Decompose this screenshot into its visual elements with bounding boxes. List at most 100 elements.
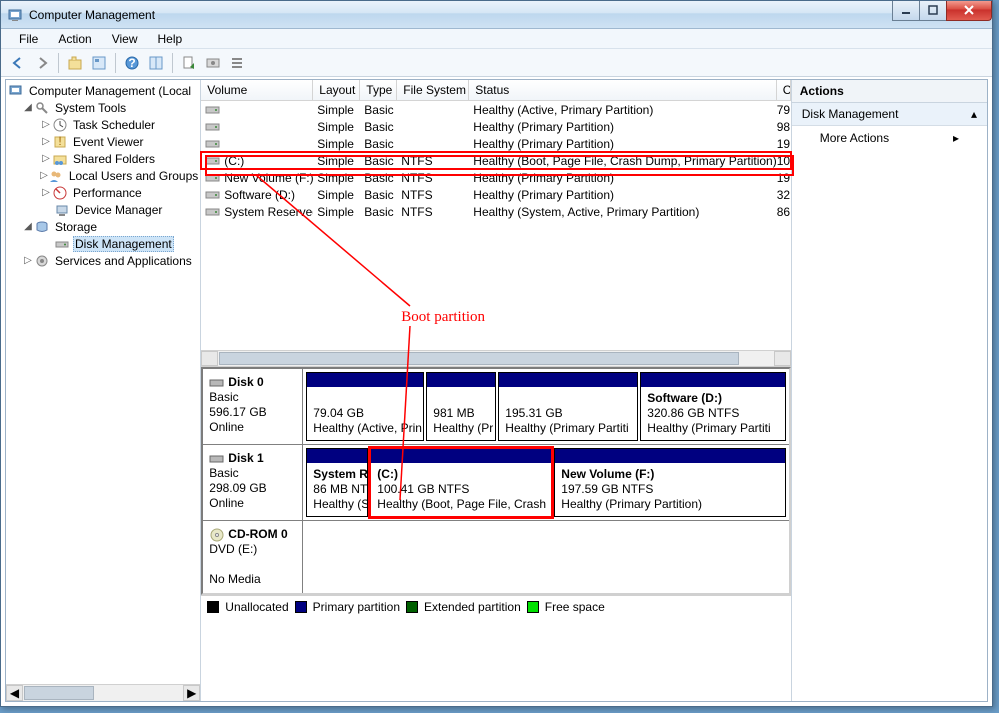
partition-c-highlighted[interactable]: (C:)100.41 GB NTFSHealthy (Boot, Page Fi… bbox=[370, 448, 552, 517]
list-button[interactable] bbox=[226, 52, 248, 74]
view-toggle-button[interactable] bbox=[145, 52, 167, 74]
disk-row-1[interactable]: Disk 1 Basic 298.09 GB Online System Re8… bbox=[203, 445, 788, 521]
clock-icon bbox=[52, 117, 68, 133]
event-icon: ! bbox=[52, 134, 68, 150]
collapse-icon: ▴ bbox=[971, 107, 977, 121]
tree-local-users[interactable]: ▷ Local Users and Groups bbox=[6, 167, 200, 184]
settings-button[interactable] bbox=[202, 52, 224, 74]
expand-icon[interactable]: ▷ bbox=[40, 119, 52, 130]
volume-row[interactable]: SimpleBasicHealthy (Primary Partition)19 bbox=[201, 135, 790, 152]
disk-row-0[interactable]: Disk 0 Basic 596.17 GB Online 79.04 GBHe… bbox=[203, 369, 788, 445]
app-icon bbox=[7, 7, 23, 23]
volume-scrollbar[interactable] bbox=[201, 350, 790, 367]
help-button[interactable]: ? bbox=[121, 52, 143, 74]
tree-performance[interactable]: ▷ Performance bbox=[6, 184, 200, 201]
scroll-thumb[interactable] bbox=[24, 686, 94, 700]
scroll-right-icon[interactable] bbox=[774, 351, 791, 366]
menu-file[interactable]: File bbox=[11, 30, 46, 48]
actions-pane: Actions Disk Management ▴ More Actions ▸ bbox=[792, 80, 987, 701]
disk-map: Disk 0 Basic 596.17 GB Online 79.04 GBHe… bbox=[201, 367, 790, 595]
disk-info: Disk 1 Basic 298.09 GB Online bbox=[203, 445, 303, 520]
volume-row[interactable]: SimpleBasicHealthy (Active, Primary Part… bbox=[201, 101, 790, 118]
tree-services[interactable]: ▷ Services and Applications bbox=[6, 252, 200, 269]
menu-view[interactable]: View bbox=[104, 30, 146, 48]
legend-swatch-free bbox=[527, 601, 539, 613]
drive-icon bbox=[205, 189, 221, 201]
volume-row[interactable]: System ReservedSimpleBasicNTFSHealthy (S… bbox=[201, 203, 790, 220]
volume-row[interactable]: New Volume (F:)SimpleBasicNTFSHealthy (P… bbox=[201, 169, 790, 186]
volume-row[interactable]: (C:)SimpleBasicNTFSHealthy (Boot, Page F… bbox=[201, 152, 790, 169]
close-button[interactable] bbox=[946, 1, 992, 21]
collapse-icon[interactable]: ◢ bbox=[22, 102, 34, 113]
volume-list: SimpleBasicHealthy (Active, Primary Part… bbox=[201, 101, 790, 220]
scroll-thumb[interactable] bbox=[219, 352, 739, 365]
actions-more[interactable]: More Actions ▸ bbox=[792, 126, 987, 150]
col-status[interactable]: Status bbox=[469, 80, 776, 100]
expand-icon[interactable]: ▷ bbox=[40, 136, 52, 147]
properties-button[interactable] bbox=[88, 52, 110, 74]
tree-shared-folders[interactable]: ▷ Shared Folders bbox=[6, 150, 200, 167]
collapse-icon[interactable]: ◢ bbox=[22, 221, 34, 232]
drive-icon bbox=[205, 104, 221, 116]
legend-swatch-extended bbox=[406, 601, 418, 613]
legend: Unallocated Primary partition Extended p… bbox=[201, 595, 790, 617]
partition[interactable]: 981 MBHealthy (Pr bbox=[426, 372, 496, 441]
expand-icon[interactable]: ▷ bbox=[40, 170, 48, 181]
minimize-button[interactable] bbox=[892, 1, 920, 21]
volume-row[interactable]: Software (D:)SimpleBasicNTFSHealthy (Pri… bbox=[201, 186, 790, 203]
scroll-left-icon[interactable]: ◀ bbox=[6, 685, 23, 701]
partition[interactable]: System Re86 MB NTIHealthy (S bbox=[306, 448, 368, 517]
col-capacity[interactable]: C bbox=[777, 80, 791, 100]
partition[interactable]: New Volume (F:)197.59 GB NTFSHealthy (Pr… bbox=[554, 448, 785, 517]
annotation-text: Boot partition bbox=[401, 309, 485, 326]
partition[interactable]: Software (D:)320.86 GB NTFSHealthy (Prim… bbox=[640, 372, 785, 441]
partition[interactable]: 79.04 GBHealthy (Active, Prin bbox=[306, 372, 424, 441]
col-layout[interactable]: Layout bbox=[313, 80, 360, 100]
cd-icon bbox=[209, 528, 225, 542]
tree-root[interactable]: Computer Management (Local bbox=[6, 82, 200, 99]
tree-disk-management[interactable]: Disk Management bbox=[6, 235, 200, 252]
tree-system-tools[interactable]: ◢ System Tools bbox=[6, 99, 200, 116]
expand-icon[interactable]: ▷ bbox=[40, 187, 52, 198]
tree-pane: Computer Management (Local ◢ System Tool… bbox=[6, 80, 201, 701]
col-filesystem[interactable]: File System bbox=[397, 80, 469, 100]
titlebar[interactable]: Computer Management bbox=[1, 1, 992, 29]
refresh-button[interactable] bbox=[178, 52, 200, 74]
col-volume[interactable]: Volume bbox=[201, 80, 313, 100]
tree-device-manager[interactable]: Device Manager bbox=[6, 201, 200, 218]
disk-row-cd[interactable]: CD-ROM 0 DVD (E:) No Media bbox=[203, 521, 788, 593]
actions-title: Actions bbox=[792, 80, 987, 103]
drive-icon bbox=[205, 155, 221, 167]
maximize-button[interactable] bbox=[919, 1, 947, 21]
partition[interactable]: 195.31 GBHealthy (Primary Partiti bbox=[498, 372, 638, 441]
drive-icon bbox=[205, 121, 221, 133]
svg-text:!: ! bbox=[58, 134, 61, 148]
device-icon bbox=[54, 202, 70, 218]
drive-icon bbox=[205, 206, 221, 218]
actions-section[interactable]: Disk Management ▴ bbox=[792, 103, 987, 126]
back-button[interactable] bbox=[7, 52, 29, 74]
scroll-left-icon[interactable] bbox=[201, 351, 218, 366]
scroll-right-icon[interactable]: ▶ bbox=[183, 685, 200, 701]
drive-icon bbox=[205, 172, 221, 184]
disk-icon bbox=[54, 236, 70, 252]
menu-action[interactable]: Action bbox=[50, 30, 99, 48]
volume-row[interactable]: SimpleBasicHealthy (Primary Partition)98 bbox=[201, 118, 790, 135]
tree-event-viewer[interactable]: ▷ ! Event Viewer bbox=[6, 133, 200, 150]
legend-label: Unallocated bbox=[225, 600, 288, 614]
up-button[interactable] bbox=[64, 52, 86, 74]
computer-icon bbox=[8, 83, 24, 99]
forward-button[interactable] bbox=[31, 52, 53, 74]
legend-label: Primary partition bbox=[313, 600, 400, 614]
legend-label: Free space bbox=[545, 600, 605, 614]
disk-info: Disk 0 Basic 596.17 GB Online bbox=[203, 369, 303, 444]
col-type[interactable]: Type bbox=[360, 80, 397, 100]
chevron-right-icon: ▸ bbox=[953, 131, 959, 145]
tree-task-scheduler[interactable]: ▷ Task Scheduler bbox=[6, 116, 200, 133]
menu-help[interactable]: Help bbox=[150, 30, 191, 48]
tree-scrollbar[interactable]: ◀ ▶ bbox=[6, 684, 200, 701]
expand-icon[interactable]: ▷ bbox=[40, 153, 52, 164]
tree-storage[interactable]: ◢ Storage bbox=[6, 218, 200, 235]
folder-share-icon bbox=[52, 151, 68, 167]
expand-icon[interactable]: ▷ bbox=[22, 255, 34, 266]
